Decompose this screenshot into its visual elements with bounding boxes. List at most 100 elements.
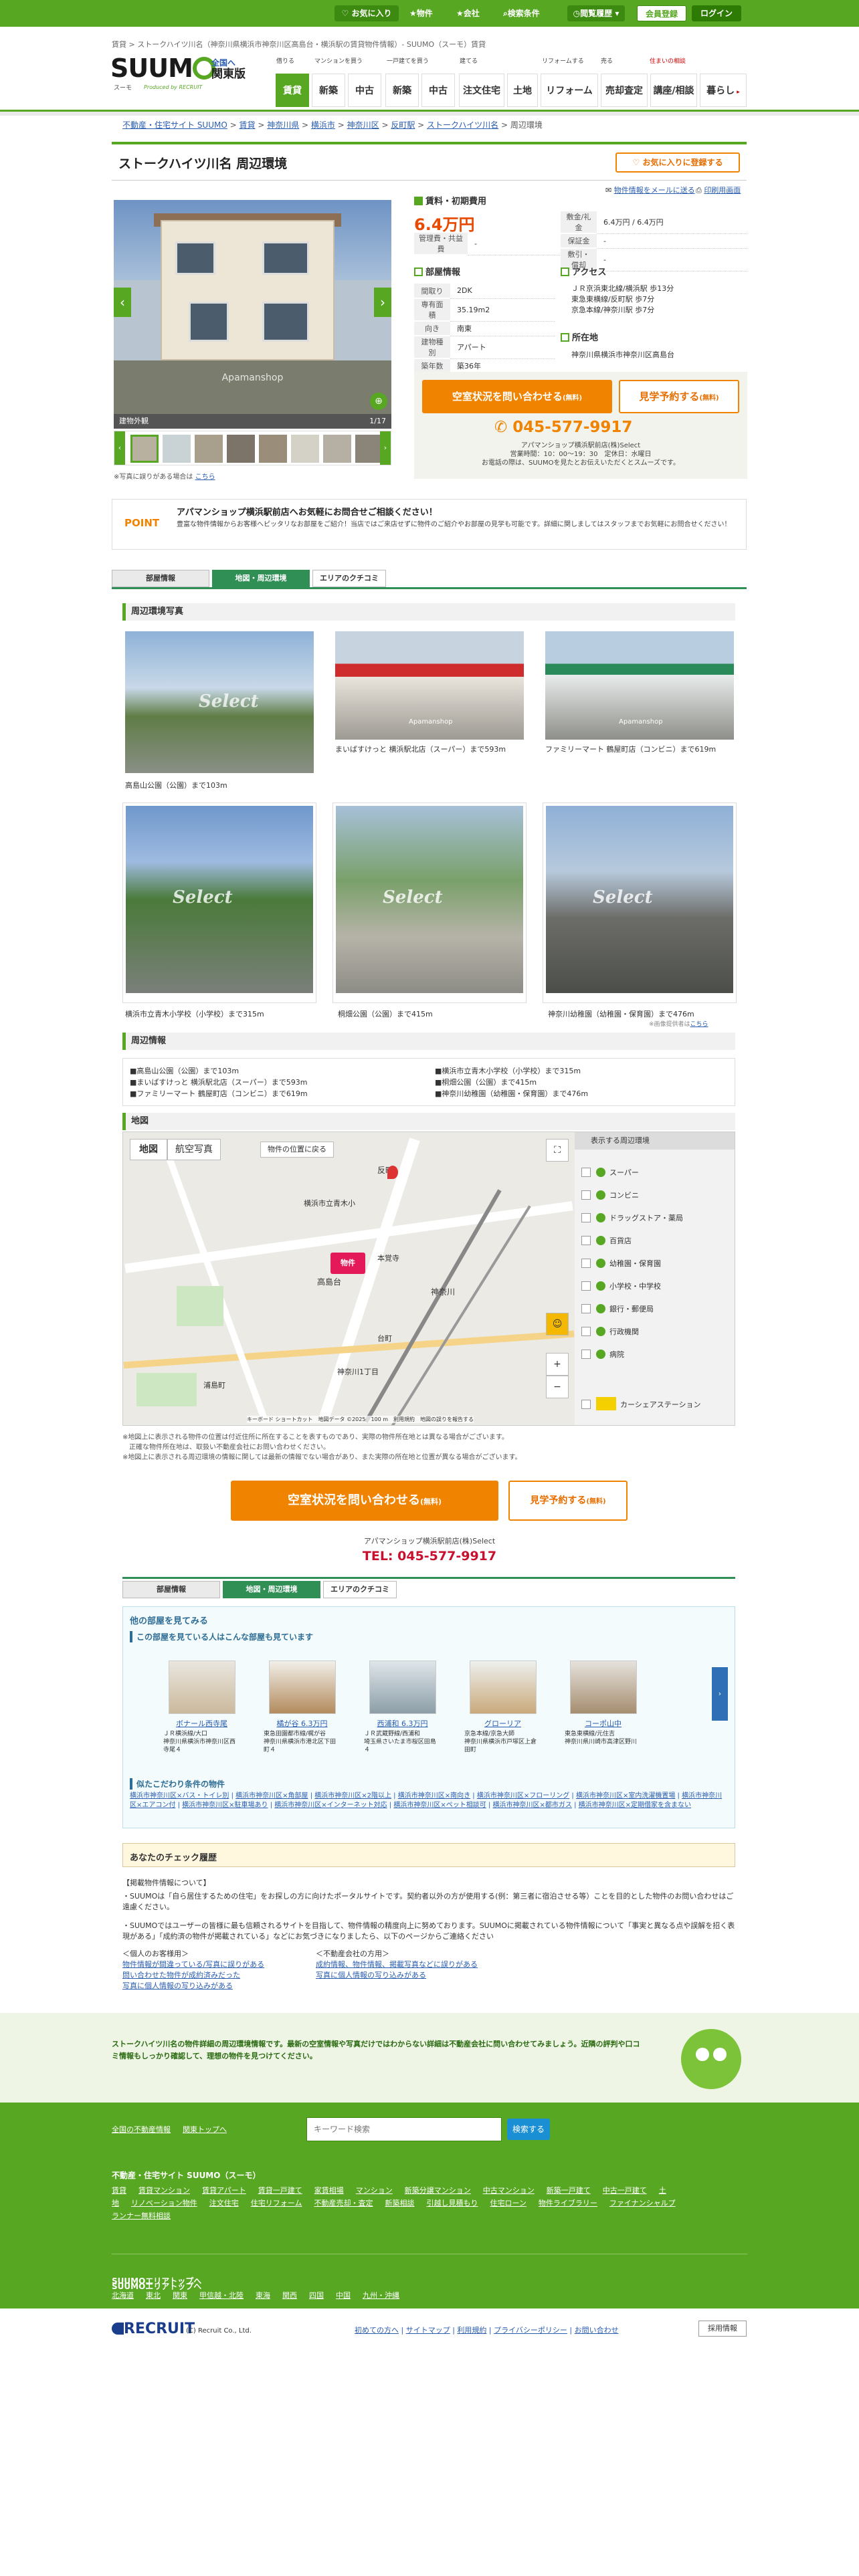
tab-map-surroundings[interactable]: 地図・周辺環境 (223, 1581, 320, 1598)
reserve-visit-button[interactable]: 見学予約する(無料) (619, 380, 739, 413)
footer-link[interactable]: 全国の不動産情報 (112, 2125, 171, 2134)
checkbox[interactable] (581, 1236, 591, 1245)
nav-rent[interactable]: 賃貸 (276, 74, 309, 107)
footer-link[interactable]: プライバシーポリシー (494, 2326, 567, 2335)
footer-link[interactable]: 住宅リフォーム (251, 2199, 302, 2208)
report-link[interactable]: 写真に個人情報の写り込みがある (122, 1981, 233, 1990)
checkbox[interactable] (581, 1327, 591, 1336)
send-email-link[interactable]: ✉ 物件情報をメールに送る (605, 185, 695, 195)
room-link[interactable]: ボナール西寺尾 (163, 1718, 240, 1729)
nav-custom-house[interactable]: 注文住宅 (459, 74, 504, 107)
surrounding-photo-card[interactable]: Select (543, 802, 737, 1003)
thumbnail[interactable] (259, 435, 287, 463)
login-button[interactable]: ログイン (692, 5, 741, 21)
room-card[interactable]: ボナール西寺尾 ＪＲ横浜線/大口 神奈川県横浜市神奈川区西寺尾４ (163, 1660, 240, 1754)
photo-prev-button[interactable]: ‹ (114, 288, 131, 317)
thumbnail[interactable] (227, 435, 255, 463)
footer-link[interactable]: 初めての方へ (355, 2326, 399, 2335)
report-link[interactable]: 問い合わせた物件が成約済みだった (122, 1971, 240, 1979)
room-link[interactable]: 橘が谷 6.3万円 (264, 1718, 341, 1729)
nav-new-house[interactable]: 新築 (385, 74, 419, 107)
inquire-button[interactable]: 空室状況を問い合わせる(無料) (422, 380, 612, 413)
checkbox[interactable] (581, 1350, 591, 1359)
footer-link[interactable]: 物件ライブラリー (539, 2199, 597, 2208)
map-canvas[interactable]: 反町 横浜市立青木小 本覚寺 高島台 神奈川 台町 浦島町 神奈川1丁目 物件 … (123, 1132, 575, 1425)
footer-link[interactable]: サイトマップ (406, 2326, 450, 2335)
checkbox[interactable] (581, 1259, 591, 1268)
legend-government[interactable]: 行政機関 (581, 1326, 639, 1337)
area-link[interactable]: 関西 (282, 2291, 297, 2300)
thumbnail[interactable] (323, 435, 351, 463)
legend-bank[interactable]: 銀行・郵便局 (581, 1303, 654, 1314)
tab-room-info[interactable]: 部屋情報 (112, 570, 209, 587)
footer-link[interactable]: リノベーション物件 (131, 2199, 197, 2208)
legend-drugstore[interactable]: ドラッグストア・薬局 (581, 1212, 683, 1223)
street-view-icon[interactable]: ☺ (546, 1313, 569, 1335)
footer-link[interactable]: マンション (356, 2186, 393, 2195)
tab-area-reviews[interactable]: エリアのクチコミ (323, 1581, 397, 1598)
condition-link[interactable]: 横浜市神奈川区×駐車場あり (182, 1802, 268, 1809)
breadcrumb-property[interactable]: ストークハイツ川名 (427, 120, 498, 130)
condition-link[interactable]: 横浜市神奈川区×角部屋 (235, 1792, 308, 1800)
legend-school[interactable]: 小学校・中学校 (581, 1281, 661, 1291)
condition-link[interactable]: 横浜市神奈川区×南向き (398, 1792, 470, 1800)
photo-credit-link[interactable]: こちら (690, 1021, 708, 1028)
footer-link[interactable]: 関東トップへ (183, 2125, 227, 2134)
thumb-prev-icon[interactable]: ‹ (114, 431, 125, 465)
room-link[interactable]: 西浦和 6.3万円 (364, 1718, 441, 1729)
footer-link[interactable]: 賃貸マンション (138, 2186, 190, 2195)
report-link[interactable]: 成約情報、物件情報、掲載写真などに誤りがある (316, 1960, 478, 1969)
footer-link[interactable]: 賃貸アパート (202, 2186, 246, 2195)
room-card[interactable]: コーポ山中 東急東横線/元住吉 神奈川県川崎市高津区野川 (565, 1660, 642, 1746)
phone-bottom[interactable]: TEL: 045-577-9917 (0, 1549, 859, 1564)
nav-reform[interactable]: リフォーム (541, 74, 598, 107)
inquire-button-bottom[interactable]: 空室状況を問い合わせる(無料) (231, 1481, 498, 1521)
back-to-property-button[interactable]: 物件の位置に戻る (260, 1142, 334, 1158)
footer-link[interactable]: 不動産売却・査定 (314, 2199, 373, 2208)
breadcrumb-yokohama[interactable]: 横浜市 (311, 120, 335, 130)
surrounding-photo-card[interactable]: Select (332, 802, 527, 1003)
breadcrumb-kanagawa[interactable]: 神奈川県 (267, 120, 299, 130)
property-pin[interactable]: 物件 (330, 1253, 365, 1274)
area-link[interactable]: 中国 (336, 2291, 351, 2300)
breadcrumb-suumo[interactable]: 不動産・住宅サイト SUUMO (122, 120, 227, 130)
report-link[interactable]: 写真に個人情報の写り込みがある (316, 1971, 426, 1979)
properties-link[interactable]: ★物件 (409, 5, 433, 21)
add-favorite-button[interactable]: ♡ お気に入りに登録する (615, 152, 740, 173)
nav-used-mansion[interactable]: 中古 (348, 74, 381, 107)
zoom-out-icon[interactable]: − (546, 1376, 569, 1398)
footer-link[interactable]: 賃貸一戸建て (258, 2186, 302, 2195)
nav-living[interactable]: 暮らし ▸ (700, 74, 747, 107)
legend-supermarket[interactable]: スーパー (581, 1167, 639, 1178)
checkbox[interactable] (581, 1190, 591, 1200)
thumb-next-icon[interactable]: › (380, 431, 391, 465)
fullscreen-icon[interactable]: ⛶ (546, 1139, 569, 1162)
main-photo[interactable]: Apamanshop ⊕ (114, 200, 391, 414)
footer-link[interactable]: 引越し見積もり (426, 2199, 478, 2208)
surrounding-photo-card[interactable]: Select 高島山公園（公園）まで103m (122, 629, 316, 796)
checkbox[interactable] (581, 1213, 591, 1222)
phone-number[interactable]: ✆ 045-577-9917 (494, 419, 632, 436)
condition-link[interactable]: 横浜市神奈川区×定期借家を含まない (579, 1802, 691, 1809)
room-card[interactable]: グローリア 京急本線/京急大師 神奈川県横浜市戸塚区上倉田町 (464, 1660, 541, 1754)
legend-department[interactable]: 百貨店 (581, 1235, 632, 1246)
zoom-in-icon[interactable]: + (546, 1353, 569, 1376)
footer-link[interactable]: 中古一戸建て (603, 2186, 647, 2195)
checkbox[interactable] (581, 1304, 591, 1313)
footer-link[interactable]: お問い合わせ (575, 2326, 619, 2335)
breadcrumb-kanagawa-ku[interactable]: 神奈川区 (347, 120, 379, 130)
thumbnail[interactable] (355, 435, 383, 463)
checkbox[interactable] (581, 1281, 591, 1291)
favorites-button[interactable]: ♡ お気に入り (335, 5, 399, 21)
footer-link[interactable]: 賃貸 (112, 2186, 126, 2195)
area-link[interactable]: 東北 (146, 2291, 161, 2300)
tab-area-reviews[interactable]: エリアのクチコミ (312, 570, 386, 587)
legend-kindergarten[interactable]: 幼稚園・保育園 (581, 1258, 661, 1269)
print-link[interactable]: ⎙ 印刷用画面 (696, 185, 741, 195)
condition-link[interactable]: 横浜市神奈川区×都市ガス (493, 1802, 572, 1809)
condition-link[interactable]: 横浜市神奈川区×フローリング (477, 1792, 569, 1800)
nav-land[interactable]: 土地 (507, 74, 538, 107)
thumbnail[interactable] (291, 435, 319, 463)
search-history-link[interactable]: ⌕検索条件 (503, 5, 540, 21)
area-link[interactable]: 北海道 (112, 2291, 134, 2300)
